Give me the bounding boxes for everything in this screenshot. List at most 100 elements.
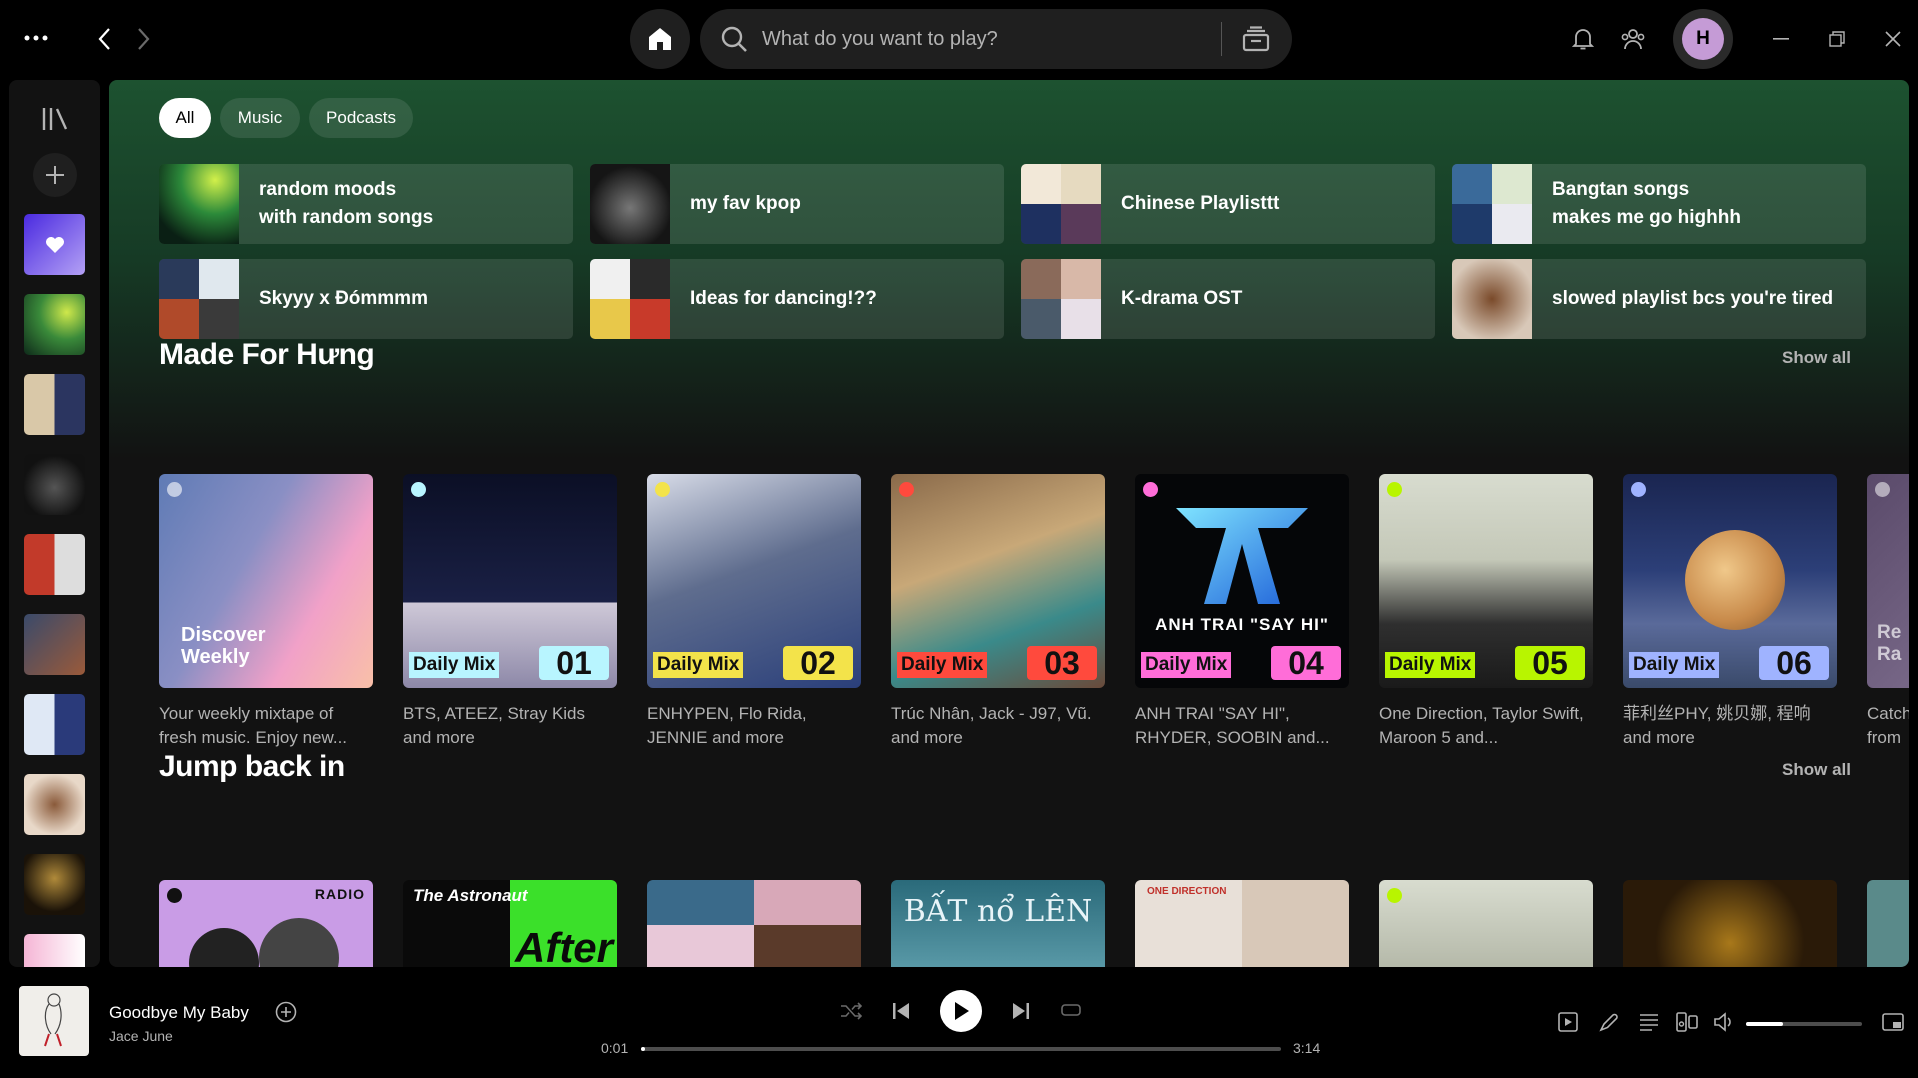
browse-icon[interactable]	[1236, 19, 1276, 59]
daily-mix-number: 04	[1271, 646, 1341, 680]
volume-icon[interactable]	[1713, 1010, 1737, 1034]
shuffle-icon[interactable]	[838, 998, 864, 1024]
quick-access-title: K-drama OST	[1121, 288, 1243, 309]
sidebar-playlist-item[interactable]	[24, 934, 85, 967]
play-button[interactable]	[940, 990, 982, 1032]
partial-card[interactable]: Re Ra Catch from	[1867, 474, 1909, 750]
spotify-logo-icon	[655, 482, 670, 497]
card-cover: ANH TRAI "SAY HI" Daily Mix 04	[1135, 474, 1349, 688]
repeat-icon[interactable]	[1058, 998, 1084, 1024]
daily-mix-label: Daily Mix	[1141, 652, 1232, 678]
show-all-jump-back-in[interactable]: Show all	[1782, 760, 1851, 780]
more-options-icon[interactable]	[22, 24, 50, 52]
search-bar[interactable]	[700, 9, 1292, 69]
now-playing-cover[interactable]	[19, 986, 89, 1056]
section-title-made-for[interactable]: Made For Hưng	[159, 338, 375, 372]
restore-icon[interactable]	[1826, 26, 1848, 52]
volume-slider[interactable]	[1746, 1022, 1862, 1026]
sidebar-playlist-item[interactable]	[24, 374, 85, 435]
quick-access-title: random moods with random songs	[259, 179, 434, 228]
daily-mix-card[interactable]: Daily Mix 02 ENHYPEN, Flo Rida, JENNIE a…	[647, 474, 861, 750]
artist-circle	[259, 918, 339, 967]
back-arrow-icon[interactable]	[90, 24, 118, 54]
daily-mix-label: Daily Mix	[409, 652, 500, 678]
quick-access-card[interactable]: Skyyy x Đómmmm	[159, 259, 573, 339]
show-all-made-for[interactable]: Show all	[1782, 348, 1851, 368]
add-to-library-icon[interactable]	[274, 1000, 298, 1024]
quick-access-card[interactable]: slowed playlist bcs you're tired	[1452, 259, 1866, 339]
library-sidebar	[9, 80, 100, 967]
daily-mix-card[interactable]: ANH TRAI "SAY HI" Daily Mix 04 ANH TRAI …	[1135, 474, 1349, 750]
daily-mix-label: Daily Mix	[653, 652, 744, 678]
create-playlist-button[interactable]	[33, 153, 77, 197]
library-icon[interactable]	[9, 106, 100, 132]
album-card[interactable]	[1623, 880, 1837, 967]
friend-activity-icon[interactable]	[1619, 26, 1647, 52]
album-card[interactable]: BẤT nổ LÊN	[891, 880, 1105, 967]
mini-player-icon[interactable]	[1880, 1010, 1906, 1034]
filter-chip-music[interactable]: Music	[220, 98, 300, 138]
now-playing-title[interactable]: Goodbye My Baby	[109, 1003, 249, 1023]
minimize-icon[interactable]	[1770, 26, 1792, 52]
daily-mix-number: 05	[1515, 646, 1585, 680]
home-button[interactable]	[630, 9, 690, 69]
search-input[interactable]	[762, 27, 1221, 51]
now-playing-view-icon[interactable]	[1556, 1010, 1580, 1034]
album-card[interactable]: The Astronaut After	[403, 880, 617, 967]
anh-trai-logo	[1176, 508, 1308, 604]
lyrics-icon[interactable]	[1597, 1010, 1621, 1034]
user-avatar-button[interactable]: H	[1673, 9, 1733, 69]
partial-card[interactable]	[1867, 880, 1909, 967]
quick-access-card[interactable]: random moods with random songs	[159, 164, 573, 244]
progress-bar[interactable]	[641, 1047, 1281, 1051]
now-playing-artist[interactable]: Jace June	[109, 1028, 173, 1044]
queue-icon[interactable]	[1637, 1010, 1661, 1034]
next-icon[interactable]	[1008, 998, 1034, 1024]
playlist-card[interactable]	[647, 880, 861, 967]
playlist-cover	[1021, 164, 1101, 244]
filter-chip-all[interactable]: All	[159, 98, 211, 138]
sidebar-playlist-item[interactable]	[24, 694, 85, 755]
daily-mix-card[interactable]: Daily Mix 06 菲利丝PHY, 姚贝娜, 程响 and more	[1623, 474, 1837, 750]
quick-access-card[interactable]: K-drama OST	[1021, 259, 1435, 339]
sidebar-playlist-item[interactable]	[24, 854, 85, 915]
bell-icon[interactable]	[1570, 26, 1596, 52]
spotify-logo-icon	[1387, 888, 1402, 903]
sidebar-playlist-item[interactable]	[24, 294, 85, 355]
spotify-logo-icon	[899, 482, 914, 497]
artist-circle	[189, 928, 259, 967]
liked-songs-item[interactable]	[24, 214, 85, 275]
daily-mix-card[interactable]	[1379, 880, 1593, 967]
radio-card[interactable]: RADIO	[159, 880, 373, 967]
daily-mix-card[interactable]: Daily Mix 03 Trúc Nhân, Jack - J97, Vũ. …	[891, 474, 1105, 750]
discover-weekly-card[interactable]: Discover Weekly Your weekly mixtape of f…	[159, 474, 373, 750]
quick-access-title: slowed playlist bcs you're tired	[1552, 288, 1834, 309]
progress-fill	[641, 1047, 645, 1051]
search-divider	[1221, 22, 1222, 56]
playlist-cover	[1452, 259, 1532, 339]
quick-access-card[interactable]: Bangtan songs makes me go highhh	[1452, 164, 1866, 244]
sidebar-playlist-item[interactable]	[24, 454, 85, 515]
playlist-cover	[159, 164, 239, 244]
connect-device-icon[interactable]	[1675, 1010, 1699, 1034]
sidebar-playlist-item[interactable]	[24, 774, 85, 835]
spotify-logo-icon	[1631, 482, 1646, 497]
quick-access-card[interactable]: Ideas for dancing!??	[590, 259, 1004, 339]
search-icon	[706, 9, 762, 69]
spotify-logo-icon	[411, 482, 426, 497]
daily-mix-card[interactable]: Daily Mix 05 One Direction, Taylor Swift…	[1379, 474, 1593, 750]
card-cover: Daily Mix 03	[891, 474, 1105, 688]
daily-mix-number: 01	[539, 646, 609, 680]
quick-access-card[interactable]: my fav kpop	[590, 164, 1004, 244]
forward-arrow-icon[interactable]	[130, 24, 158, 54]
album-card[interactable]: ONE DIRECTION	[1135, 880, 1349, 967]
daily-mix-card[interactable]: Daily Mix 01 BTS, ATEEZ, Stray Kids and …	[403, 474, 617, 750]
close-icon[interactable]	[1882, 26, 1904, 52]
previous-icon[interactable]	[888, 998, 914, 1024]
sidebar-playlist-item[interactable]	[24, 534, 85, 595]
section-title-jump-back-in[interactable]: Jump back in	[159, 750, 345, 784]
card-cover: Discover Weekly	[159, 474, 373, 688]
sidebar-playlist-item[interactable]	[24, 614, 85, 675]
filter-chip-podcasts[interactable]: Podcasts	[309, 98, 413, 138]
quick-access-card[interactable]: Chinese Playlisttt	[1021, 164, 1435, 244]
